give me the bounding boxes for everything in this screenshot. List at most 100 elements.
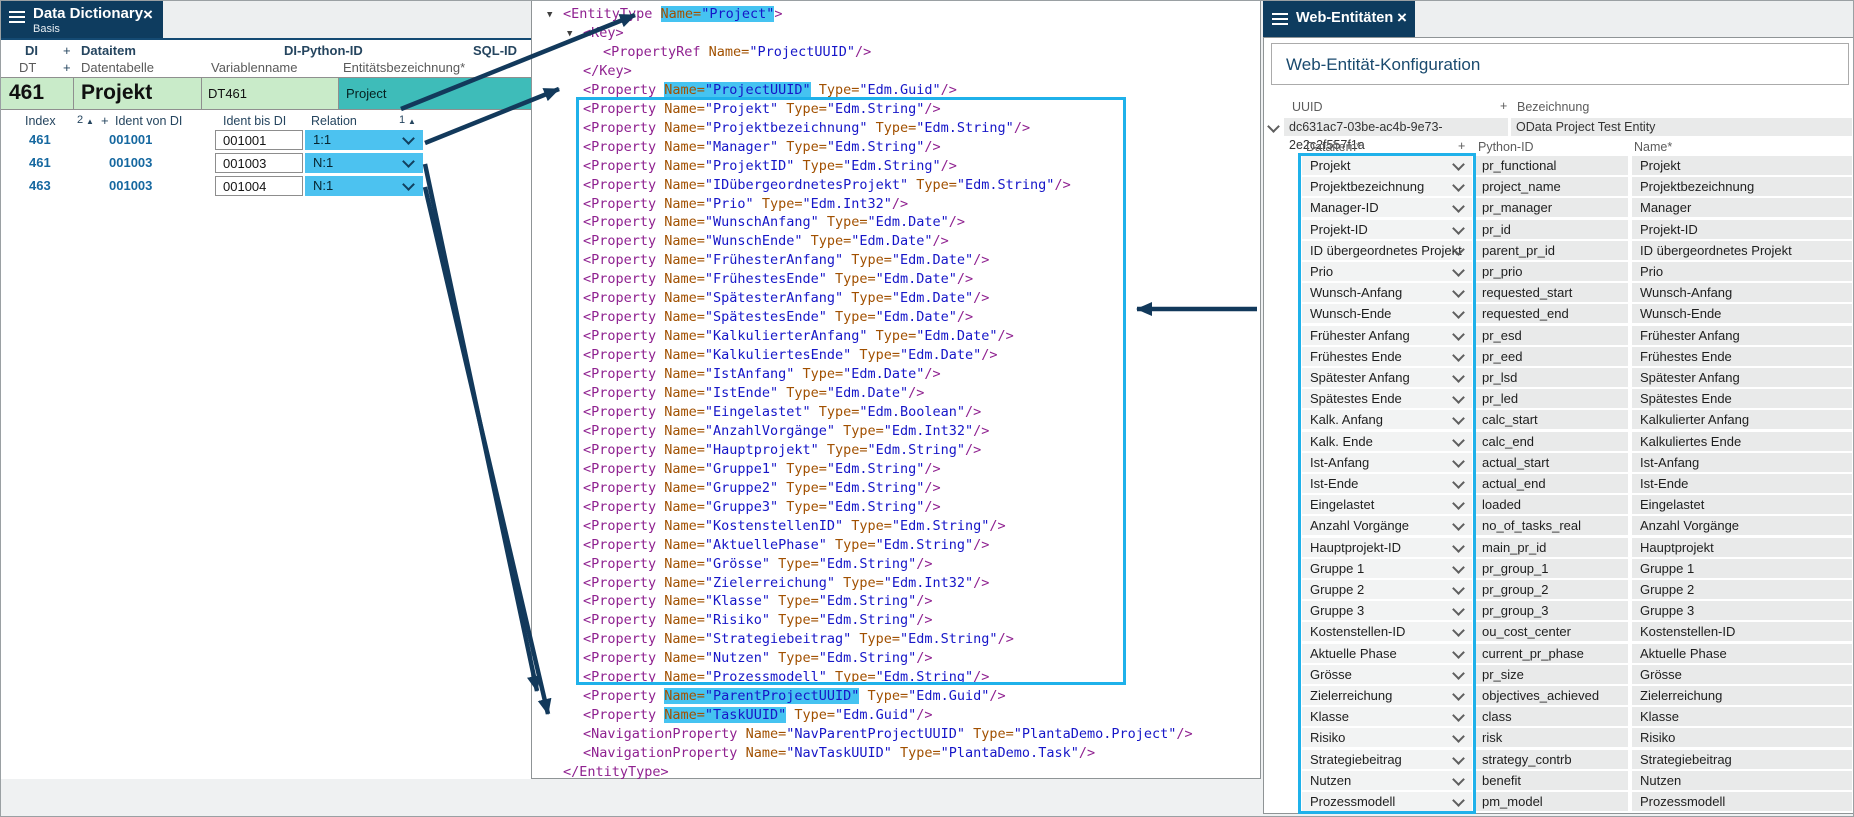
name-cell: Kalkulierter Anfang bbox=[1632, 410, 1852, 429]
xml-token: "PlantaDemo.Task" bbox=[941, 745, 1079, 761]
name-cell: Frühestes Ende bbox=[1632, 347, 1852, 366]
xml-line: <NavigationProperty Name="NavTaskUUID" T… bbox=[583, 744, 1095, 763]
record-row[interactable]: 461 Projekt DT461 Project bbox=[1, 78, 531, 109]
uuid-header[interactable]: UUID bbox=[1292, 100, 1323, 114]
subcol-header-relation[interactable]: Relation bbox=[311, 114, 357, 128]
col-header-dt[interactable]: DT bbox=[19, 60, 36, 75]
xml-token: /> bbox=[1176, 726, 1192, 742]
col-header-di[interactable]: DI bbox=[25, 43, 38, 58]
dataitem-header[interactable]: Dataitem* bbox=[1306, 140, 1361, 154]
python-id-cell: pr_eed bbox=[1476, 347, 1628, 366]
ident-bis-input[interactable]: 001001 bbox=[215, 130, 303, 150]
name-cell: Gruppe 2 bbox=[1632, 580, 1852, 599]
uuid-cell[interactable]: dc631ac7-03be-ac4b-9e73-2e2c2f557f1a bbox=[1284, 118, 1508, 136]
xml-token: </EntityType> bbox=[563, 764, 669, 780]
xml-token: Type= bbox=[794, 707, 835, 723]
web-entities-tab[interactable]: Web-Entitäten × bbox=[1263, 1, 1415, 37]
add-column-icon[interactable]: + bbox=[63, 43, 71, 58]
name-header[interactable]: Name* bbox=[1634, 140, 1672, 154]
subcol-header-ident-bis[interactable]: Ident bis DI bbox=[223, 114, 286, 128]
name-cell: Ist-Ende bbox=[1632, 474, 1852, 493]
name-cell: Grösse bbox=[1632, 665, 1852, 684]
xml-token: Name= bbox=[746, 745, 787, 761]
name-cell: Gruppe 3 bbox=[1632, 601, 1852, 620]
col-header-entitaetsbezeichnung[interactable]: Entitätsbezeichnung* bbox=[343, 60, 465, 75]
sort-order-1[interactable]: 1 bbox=[399, 114, 405, 126]
xml-token: "NavParentProjectUUID" bbox=[786, 726, 965, 742]
relation-dropdown[interactable]: 1:1 bbox=[305, 130, 423, 150]
add-column-icon[interactable]: + bbox=[101, 113, 109, 128]
python-id-cell: pr_group_3 bbox=[1476, 601, 1628, 620]
name-cell: Zielerreichung bbox=[1632, 686, 1852, 705]
close-icon[interactable]: × bbox=[143, 8, 153, 22]
tab-title: Web-Entitäten bbox=[1296, 10, 1393, 26]
index-value: 463 bbox=[29, 178, 51, 193]
xml-token: Type= bbox=[973, 726, 1014, 742]
name-cell: Prio bbox=[1632, 262, 1852, 281]
python-id-cell: actual_end bbox=[1476, 474, 1628, 493]
xml-token: /> bbox=[941, 82, 957, 98]
xml-token: <PropertyRef bbox=[603, 44, 709, 60]
relation-dropdown[interactable]: N:1 bbox=[305, 176, 423, 196]
python-id-cell: pr_group_1 bbox=[1476, 559, 1628, 578]
add-column-icon[interactable]: + bbox=[63, 60, 71, 75]
xml-token: "ProjectUUID" bbox=[749, 44, 855, 60]
xml-property-box bbox=[576, 97, 1126, 685]
python-id-cell: loaded bbox=[1476, 495, 1628, 514]
ident-bis-input[interactable]: 001004 bbox=[215, 176, 303, 196]
add-column-icon[interactable]: + bbox=[1458, 139, 1465, 153]
xml-token: "NavTaskUUID" bbox=[786, 745, 892, 761]
collapse-triangle-icon[interactable]: ▼ bbox=[567, 25, 572, 44]
collapse-triangle-icon[interactable]: ▼ bbox=[547, 6, 552, 25]
hamburger-icon[interactable] bbox=[1272, 13, 1288, 15]
tab-title: Data Dictionary bbox=[33, 5, 143, 22]
index-value: 461 bbox=[29, 132, 51, 147]
subcol-header-index[interactable]: Index bbox=[25, 114, 56, 128]
entitaetsbezeichnung-cell[interactable]: Project bbox=[338, 78, 531, 109]
name-cell: Projekt bbox=[1632, 156, 1852, 175]
gridline bbox=[73, 78, 74, 109]
screenshot-root: Data Dictionary × Basis DI + Dataitem DI… bbox=[0, 0, 1854, 817]
datentabelle-cell: Projekt bbox=[81, 81, 152, 105]
hamburger-icon[interactable] bbox=[9, 11, 25, 13]
python-id-header[interactable]: Python-ID bbox=[1478, 140, 1534, 154]
name-cell: Gruppe 1 bbox=[1632, 559, 1852, 578]
xml-token: Type= bbox=[900, 745, 941, 761]
name-cell: Nutzen bbox=[1632, 771, 1852, 790]
chevron-down-icon[interactable] bbox=[402, 155, 415, 168]
xml-token bbox=[965, 726, 973, 742]
name-cell: Hauptprojekt bbox=[1632, 538, 1852, 557]
xml-token bbox=[892, 745, 900, 761]
ident-bis-input[interactable]: 001003 bbox=[215, 153, 303, 173]
python-id-cell: calc_end bbox=[1476, 432, 1628, 451]
chevron-down-icon[interactable] bbox=[402, 178, 415, 191]
name-cell: Risiko bbox=[1632, 728, 1852, 747]
data-dictionary-tab[interactable]: Data Dictionary × Basis bbox=[1, 1, 163, 38]
variablenname-cell: DT461 bbox=[208, 86, 247, 101]
name-cell: Spätester Anfang bbox=[1632, 368, 1852, 387]
xml-line: <PropertyRef Name="ProjectUUID"/> bbox=[603, 43, 871, 62]
col-header-dataitem[interactable]: Dataitem bbox=[81, 43, 136, 58]
xml-line: <Property Name="ParentProjectUUID" Type=… bbox=[583, 687, 1006, 706]
xml-line: ▼<Key> bbox=[583, 24, 624, 43]
subcol-header-ident-von[interactable]: Ident von DI bbox=[115, 114, 182, 128]
chevron-down-icon[interactable] bbox=[402, 132, 415, 145]
col-header-sql-id[interactable]: SQL-ID bbox=[473, 43, 517, 58]
col-header-datentabelle[interactable]: Datentabelle bbox=[81, 60, 154, 75]
tab-subtitle: Basis bbox=[33, 23, 60, 35]
sort-asc-icon[interactable]: ▲ bbox=[86, 117, 94, 126]
bezeichnung-header[interactable]: Bezeichnung bbox=[1517, 100, 1589, 114]
sort-order-2[interactable]: 2 bbox=[77, 114, 83, 126]
xml-token: > bbox=[774, 6, 782, 22]
col-header-di-python-id[interactable]: DI-Python-ID bbox=[284, 43, 363, 58]
xml-highlight: Name= bbox=[664, 707, 705, 723]
relation-dropdown[interactable]: N:1 bbox=[305, 153, 423, 173]
close-icon[interactable]: × bbox=[1397, 11, 1407, 25]
col-header-variablenname[interactable]: Variablenname bbox=[211, 60, 297, 75]
xml-line: </Key> bbox=[583, 62, 632, 81]
sort-asc-icon[interactable]: ▲ bbox=[408, 117, 416, 126]
bezeichnung-cell[interactable]: OData Project Test Entity bbox=[1511, 118, 1852, 136]
add-column-icon[interactable]: + bbox=[1500, 99, 1507, 113]
python-id-cell: class bbox=[1476, 707, 1628, 726]
xml-line: <NavigationProperty Name="NavParentProje… bbox=[583, 725, 1193, 744]
